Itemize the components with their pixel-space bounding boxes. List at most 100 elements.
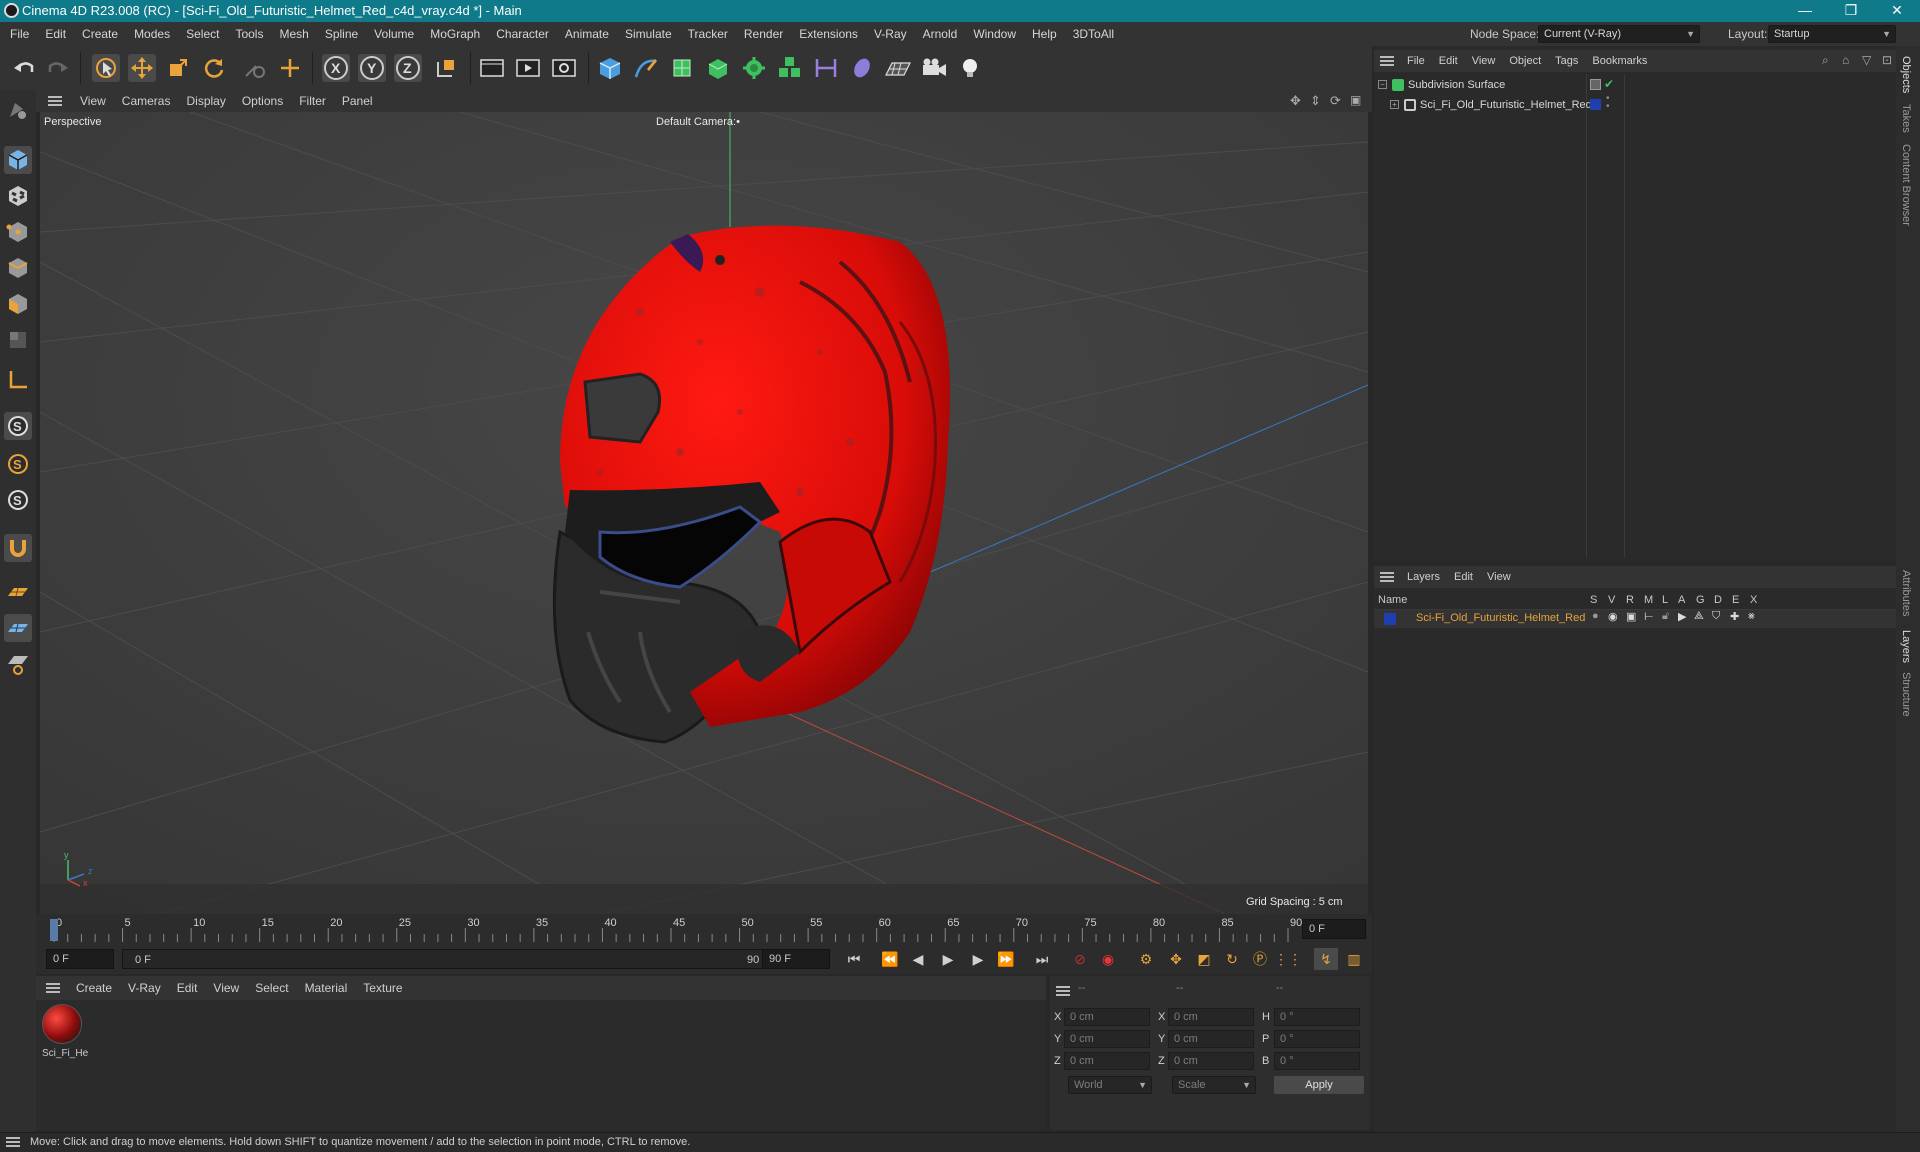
menu-volume[interactable]: Volume: [366, 22, 422, 46]
timeline-ruler[interactable]: 0 5 10 15 20 25 30 35 40 45 50 55 60 65 70 75 80 85 90 0 F: [36, 914, 1372, 944]
viewport-menu-filter[interactable]: Filter: [291, 90, 334, 112]
texture-mode-icon[interactable]: [4, 182, 32, 210]
lock-icon[interactable]: 🔓︎: [1662, 610, 1669, 623]
object-menu-object[interactable]: Object: [1502, 50, 1548, 72]
go-to-start-icon[interactable]: ⏮: [842, 948, 866, 970]
material-menu-create[interactable]: Create: [68, 976, 120, 1000]
apply-button[interactable]: Apply: [1274, 1076, 1364, 1094]
hamburger-icon[interactable]: [1380, 56, 1394, 66]
spline-pen-icon[interactable]: [632, 54, 660, 82]
menu-extensions[interactable]: Extensions: [791, 22, 866, 46]
render-to-picture-viewer-icon[interactable]: [514, 54, 542, 82]
grid-snap-icon[interactable]: [4, 614, 32, 642]
symmetry-icon[interactable]: S: [4, 486, 32, 514]
coord-transform-dropdown[interactable]: Scale ▼: [1172, 1076, 1256, 1094]
render-view-icon[interactable]: [478, 54, 506, 82]
rotate-tool-icon[interactable]: [200, 54, 228, 82]
hamburger-icon[interactable]: [6, 1137, 20, 1147]
menu-help[interactable]: Help: [1024, 22, 1065, 46]
pos-y-field[interactable]: 0 cm: [1064, 1030, 1150, 1048]
snap-icon[interactable]: S: [4, 412, 32, 440]
hamburger-icon[interactable]: [46, 983, 60, 993]
visibility-dots-icon[interactable]: • •: [1606, 94, 1610, 112]
make-editable-icon[interactable]: [4, 96, 32, 124]
tab-attributes[interactable]: Attributes: [1900, 570, 1912, 616]
model-mode-icon[interactable]: [4, 146, 32, 174]
material-menu-view[interactable]: View: [205, 976, 247, 1000]
search-icon[interactable]: ⌕: [1822, 53, 1829, 68]
material-menu-edit[interactable]: Edit: [169, 976, 206, 1000]
tab-structure[interactable]: Structure: [1900, 672, 1912, 717]
viewport-menu-display[interactable]: Display: [178, 90, 233, 112]
light-icon[interactable]: [956, 54, 984, 82]
menu-character[interactable]: Character: [488, 22, 557, 46]
rot-h-field[interactable]: 0 °: [1274, 1008, 1360, 1026]
hamburger-icon[interactable]: [1056, 986, 1070, 996]
maximize-view-icon[interactable]: ▣: [1350, 93, 1361, 107]
next-key-icon[interactable]: ⏩: [994, 948, 1018, 970]
subdivision-surface-icon[interactable]: [668, 54, 696, 82]
magnet-icon[interactable]: [4, 534, 32, 562]
z-axis-lock-icon[interactable]: Z: [394, 54, 422, 82]
tab-layers[interactable]: Layers: [1900, 630, 1912, 663]
layer-swatch-icon[interactable]: [1590, 79, 1601, 90]
minimize-button[interactable]: —: [1782, 0, 1828, 22]
viewport-menu-view[interactable]: View: [72, 90, 114, 112]
transform-tool-icon[interactable]: [276, 54, 304, 82]
layer-col-expressions[interactable]: E: [1732, 594, 1739, 606]
layer-swatch-icon[interactable]: [1590, 99, 1601, 110]
rot-b-field[interactable]: 0 °: [1274, 1052, 1360, 1070]
layer-col-deformers[interactable]: D: [1714, 594, 1722, 606]
motion-track-icon[interactable]: ↯: [1314, 948, 1338, 970]
layer-col-manager[interactable]: M: [1644, 594, 1653, 606]
key-selection-icon[interactable]: ⚙: [1134, 948, 1158, 970]
menu-render[interactable]: Render: [736, 22, 791, 46]
perspective-viewport[interactable]: Perspective Default Camera:• Grid Spacin…: [40, 112, 1368, 914]
redo-icon[interactable]: [44, 54, 72, 82]
material-name[interactable]: Sci_Fi_He: [42, 1048, 88, 1059]
object-row-subdivision[interactable]: − Subdivision Surface ✔: [1374, 77, 1896, 96]
size-x-field[interactable]: 0 cm: [1168, 1008, 1254, 1026]
expression-icon[interactable]: ✚: [1730, 610, 1739, 623]
coord-mode-dropdown[interactable]: World ▼: [1068, 1076, 1152, 1094]
start-frame-field[interactable]: 0 F: [46, 949, 114, 969]
layer-col-view[interactable]: V: [1608, 594, 1615, 606]
tab-objects[interactable]: Objects: [1900, 56, 1912, 93]
play-icon[interactable]: ▶: [936, 948, 960, 970]
home-icon[interactable]: ⌂: [1842, 53, 1849, 67]
scale-tool-icon[interactable]: [164, 54, 192, 82]
previous-key-icon[interactable]: ⏪: [878, 948, 902, 970]
go-to-end-icon[interactable]: ⏭: [1030, 948, 1054, 970]
filter-icon[interactable]: ▽: [1862, 53, 1871, 67]
plane-grid-icon[interactable]: [4, 578, 32, 606]
new-window-icon[interactable]: ⊡: [1882, 53, 1892, 67]
polygons-mode-icon[interactable]: [4, 290, 32, 318]
coordinate-system-icon[interactable]: [432, 54, 460, 82]
layer-menu-edit[interactable]: Edit: [1447, 566, 1480, 588]
frame-range-slider[interactable]: 0 F 90 F: [122, 949, 784, 969]
move-tool-icon[interactable]: [128, 54, 156, 82]
layer-col-generators[interactable]: G: [1696, 594, 1705, 606]
restore-button[interactable]: ❐: [1828, 0, 1874, 22]
uv-mode-icon[interactable]: [4, 326, 32, 354]
object-menu-edit[interactable]: Edit: [1432, 50, 1465, 72]
object-menu-view[interactable]: View: [1465, 50, 1503, 72]
recent-tool-icon[interactable]: [240, 54, 268, 82]
edges-mode-icon[interactable]: [4, 254, 32, 282]
object-menu-file[interactable]: File: [1400, 50, 1432, 72]
object-menu-bookmarks[interactable]: Bookmarks: [1585, 50, 1654, 72]
menu-vray[interactable]: V-Ray: [866, 22, 915, 46]
workplane-icon[interactable]: [4, 366, 32, 394]
material-menu-material[interactable]: Material: [297, 976, 356, 1000]
material-menu-vray[interactable]: V-Ray: [120, 976, 169, 1000]
layer-col-locked[interactable]: L: [1662, 594, 1668, 606]
key-pla-icon[interactable]: ⋮⋮: [1274, 948, 1302, 970]
menu-create[interactable]: Create: [74, 22, 126, 46]
xref-icon[interactable]: ⨳: [1748, 610, 1755, 623]
y-axis-lock-icon[interactable]: Y: [358, 54, 386, 82]
viewport-menu-panel[interactable]: Panel: [334, 90, 381, 112]
live-selection-icon[interactable]: [92, 54, 120, 82]
render-settings-icon[interactable]: [550, 54, 578, 82]
floor-scene-icon[interactable]: [884, 54, 912, 82]
timeline-window-icon[interactable]: ▥: [1342, 948, 1366, 970]
